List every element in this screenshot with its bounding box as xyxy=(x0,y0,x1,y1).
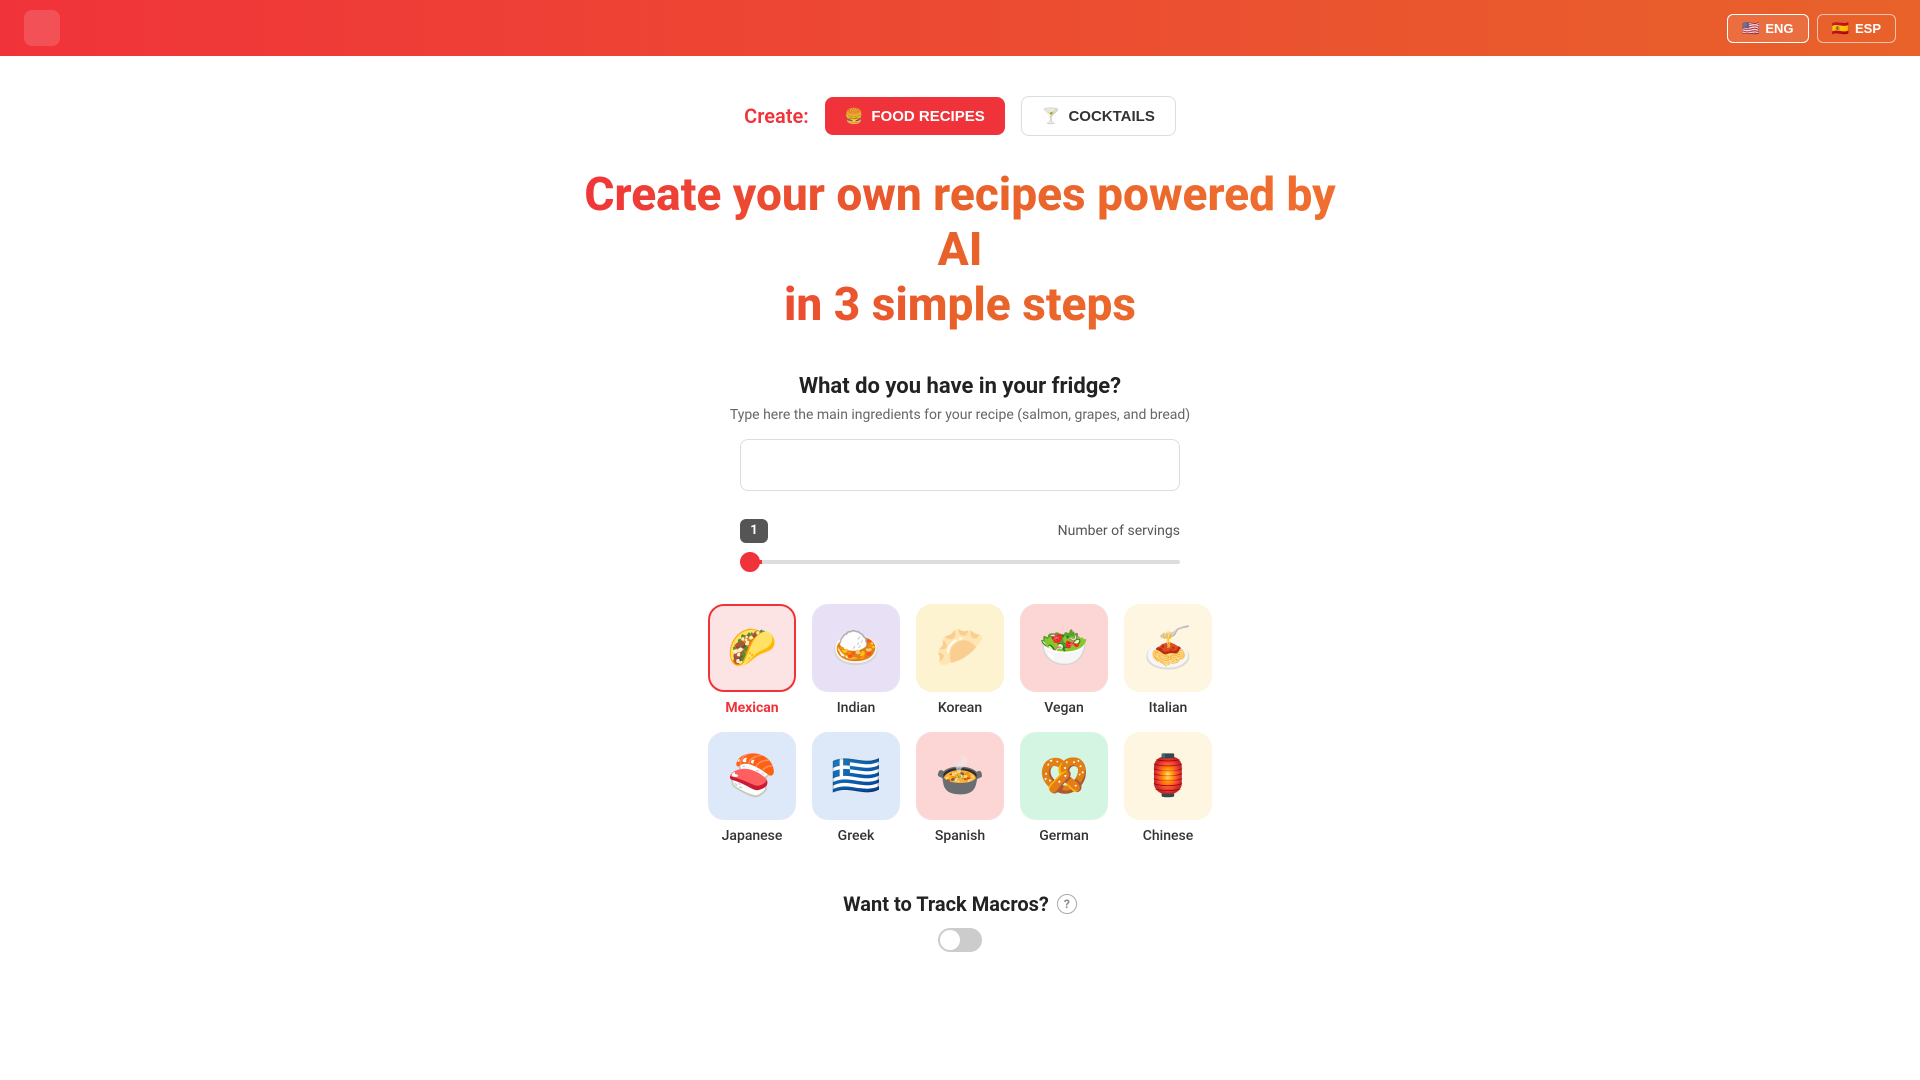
logo: 🍱 xyxy=(24,10,60,46)
macros-help-icon[interactable]: ? xyxy=(1057,894,1077,914)
hero-line2: in 3 simple steps xyxy=(784,278,1136,332)
lang-buttons: 🇺🇸 ENG 🇪🇸 ESP xyxy=(1727,14,1896,43)
cuisine-card-mexican[interactable]: 🌮 xyxy=(708,604,796,692)
create-label: Create: xyxy=(744,104,809,128)
cuisine-name-japanese: Japanese xyxy=(722,828,783,844)
cuisine-name-vegan: Vegan xyxy=(1044,700,1084,716)
servings-label: Number of servings xyxy=(768,523,1180,539)
cuisine-card-chinese[interactable]: 🏮 xyxy=(1124,732,1212,820)
cuisine-item-greek[interactable]: 🇬🇷 Greek xyxy=(812,732,900,844)
cuisine-name-italian: Italian xyxy=(1149,700,1188,716)
fridge-input[interactable] xyxy=(740,439,1180,491)
fridge-subtitle: Type here the main ingredients for your … xyxy=(730,407,1190,423)
macros-title: Want to Track Macros? ? xyxy=(843,892,1077,916)
cuisine-name-indian: Indian xyxy=(837,700,876,716)
cuisine-item-korean[interactable]: 🥟 Korean xyxy=(916,604,1004,716)
cuisine-name-greek: Greek xyxy=(838,828,875,844)
fridge-question: What do you have in your fridge? xyxy=(799,374,1121,399)
cuisine-name-german: German xyxy=(1039,828,1089,844)
food-icon: 🍔 xyxy=(845,107,864,125)
macros-title-text: Want to Track Macros? xyxy=(843,892,1049,916)
cuisine-grid: 🌮 Mexican 🍛 Indian 🥟 Korean 🥗 Vegan 🍝 Italian 🍣 Jap… xyxy=(708,604,1212,844)
esp-button[interactable]: 🇪🇸 ESP xyxy=(1817,14,1896,43)
header: 🍱 🇺🇸 ENG 🇪🇸 ESP xyxy=(0,0,1920,56)
eng-label: ENG xyxy=(1765,21,1793,36)
cuisine-item-vegan[interactable]: 🥗 Vegan xyxy=(1020,604,1108,716)
cocktail-icon: 🍸 xyxy=(1042,107,1061,125)
main-content: Create: 🍔 FOOD RECIPES 🍸 COCKTAILS Creat… xyxy=(0,56,1920,992)
cuisine-card-greek[interactable]: 🇬🇷 xyxy=(812,732,900,820)
servings-badge: 1 xyxy=(740,519,768,543)
eng-flag-icon: 🇺🇸 xyxy=(1742,20,1759,37)
cuisine-card-german[interactable]: 🥨 xyxy=(1020,732,1108,820)
esp-flag-icon: 🇪🇸 xyxy=(1832,20,1849,37)
cuisine-card-japanese[interactable]: 🍣 xyxy=(708,732,796,820)
cuisine-item-italian[interactable]: 🍝 Italian xyxy=(1124,604,1212,716)
esp-label: ESP xyxy=(1855,21,1881,36)
cuisine-card-korean[interactable]: 🥟 xyxy=(916,604,1004,692)
macros-section: Want to Track Macros? ? xyxy=(843,892,1077,952)
food-recipes-button[interactable]: 🍔 FOOD RECIPES xyxy=(825,97,1005,135)
toggle-knob xyxy=(940,930,960,950)
cuisine-name-spanish: Spanish xyxy=(935,828,985,844)
cuisine-card-vegan[interactable]: 🥗 xyxy=(1020,604,1108,692)
cuisine-item-japanese[interactable]: 🍣 Japanese xyxy=(708,732,796,844)
cuisine-name-korean: Korean xyxy=(938,700,982,716)
create-row: Create: 🍔 FOOD RECIPES 🍸 COCKTAILS xyxy=(744,96,1176,136)
cuisine-item-chinese[interactable]: 🏮 Chinese xyxy=(1124,732,1212,844)
cuisine-name-mexican: Mexican xyxy=(725,700,778,716)
hero-title: Create your own recipes powered by AI in… xyxy=(560,168,1360,334)
eng-button[interactable]: 🇺🇸 ENG xyxy=(1727,14,1809,43)
cuisine-card-spanish[interactable]: 🍲 xyxy=(916,732,1004,820)
cocktails-btn-label: COCKTAILS xyxy=(1068,108,1154,125)
servings-value: 1 xyxy=(750,523,757,538)
cuisine-item-mexican[interactable]: 🌮 Mexican xyxy=(708,604,796,716)
cuisine-item-indian[interactable]: 🍛 Indian xyxy=(812,604,900,716)
cuisine-item-german[interactable]: 🥨 German xyxy=(1020,732,1108,844)
cuisine-name-chinese: Chinese xyxy=(1143,828,1193,844)
cuisine-item-spanish[interactable]: 🍲 Spanish xyxy=(916,732,1004,844)
macros-toggle[interactable] xyxy=(938,928,982,952)
cocktails-button[interactable]: 🍸 COCKTAILS xyxy=(1021,96,1176,136)
hero-line1: Create your own recipes powered by AI xyxy=(584,168,1335,277)
servings-section: 1 Number of servings xyxy=(740,519,1180,568)
cuisine-card-italian[interactable]: 🍝 xyxy=(1124,604,1212,692)
food-btn-label: FOOD RECIPES xyxy=(871,108,984,125)
servings-slider[interactable] xyxy=(740,560,1180,564)
cuisine-card-indian[interactable]: 🍛 xyxy=(812,604,900,692)
